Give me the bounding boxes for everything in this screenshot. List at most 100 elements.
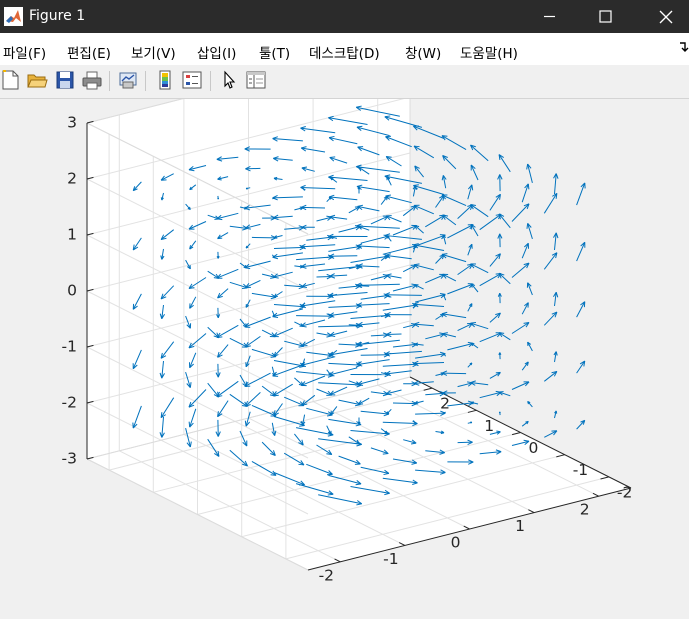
arrow-shaft: [414, 234, 446, 247]
arrow-head: [412, 302, 418, 306]
quiver-arrow: [467, 243, 473, 256]
arrow-head: [329, 156, 336, 158]
arrow-shaft: [442, 214, 457, 226]
quiver-arrow: [447, 224, 474, 239]
arrow-shaft: [441, 372, 467, 375]
quiver-arrow: [543, 252, 558, 270]
quiver-arrow: [470, 144, 489, 162]
arrow-shaft: [441, 135, 467, 151]
arrow-shaft: [413, 303, 445, 307]
property-inspector-icon[interactable]: [245, 69, 267, 91]
new-figure-icon[interactable]: [0, 69, 22, 91]
quiver-arrow: [413, 321, 434, 328]
quiver3-plot[interactable]: -2 -1 0 1 2 -2 -1 0 1 2 -3 -2 -1 0 1 2 3: [0, 99, 689, 619]
quiver-arrow: [447, 283, 474, 295]
menu-view[interactable]: 보기(V): [131, 42, 176, 62]
arrow-shaft: [384, 294, 422, 296]
arrow-head: [555, 351, 558, 356]
quiver-arrow: [526, 223, 533, 240]
matlab-logo-icon: [4, 7, 23, 26]
quiver-arrow: [441, 253, 467, 263]
menu-tools[interactable]: 툴(T): [259, 42, 290, 62]
arrow-head: [441, 135, 448, 137]
arrow-shaft: [498, 154, 511, 173]
arrow-head: [471, 184, 474, 191]
arrow-head: [470, 362, 473, 366]
quiver-arrow: [457, 381, 473, 388]
quiver-arrow: [479, 213, 502, 231]
x-tick-label: 1: [515, 517, 525, 535]
arrow-shaft: [413, 125, 445, 139]
arrow-shaft: [576, 360, 586, 374]
menu-bar: 파일(F) 편집(E) 보기(V) 삽입(I) 툴(T) 데스크탑(D) 창(W…: [0, 33, 689, 65]
menu-overflow-icon[interactable]: [679, 40, 689, 54]
link-plot-icon[interactable]: [117, 69, 139, 91]
arrow-head: [411, 283, 417, 286]
save-icon[interactable]: [54, 69, 76, 91]
quiver-arrow: [576, 182, 586, 206]
arrow-head: [439, 292, 446, 295]
arrow-head: [189, 382, 192, 388]
y-tick-label: -1: [573, 461, 588, 479]
quiver-arrow: [544, 430, 558, 438]
quiver-arrow: [553, 232, 559, 251]
arrow-shaft: [489, 253, 501, 267]
menu-file[interactable]: 파일(F): [3, 42, 46, 62]
arrow-shaft: [511, 322, 530, 334]
quiver-arrow: [414, 165, 424, 178]
quiver-arrow: [576, 360, 586, 374]
quiver-arrow: [498, 154, 511, 173]
arrow-shaft: [479, 273, 502, 287]
quiver-arrow: [412, 185, 417, 197]
quiver-arrow: [413, 360, 445, 367]
quiver-arrow: [553, 291, 559, 307]
quiver-arrow: [543, 311, 558, 326]
quiver-arrow: [521, 183, 530, 203]
arrow-head: [527, 183, 530, 190]
quiver-arrow: [498, 352, 502, 360]
insert-legend-icon[interactable]: [181, 69, 203, 91]
arrow-shaft: [470, 204, 489, 218]
menu-window[interactable]: 창(W): [405, 42, 441, 62]
arrow-head: [273, 197, 275, 200]
figure-canvas[interactable]: -2 -1 0 1 2 -2 -1 0 1 2 -3 -2 -1 0 1 2 3: [0, 99, 689, 619]
minimize-icon[interactable]: [526, 0, 572, 33]
arrow-shaft: [457, 263, 473, 276]
axes-background: [87, 99, 631, 570]
open-file-icon[interactable]: [26, 69, 48, 91]
y-tick-label: 1: [484, 417, 494, 435]
arrow-shaft: [511, 381, 530, 390]
arrow-head: [555, 410, 558, 414]
arrow-shaft: [296, 315, 334, 317]
quiver-arrow: [489, 371, 501, 379]
arrow-shaft: [543, 252, 558, 270]
insert-colorbar-icon[interactable]: [154, 69, 176, 91]
quiver-arrow: [435, 313, 445, 320]
menu-desktop[interactable]: 데스크탑(D): [309, 42, 380, 62]
edit-plot-icon[interactable]: [219, 69, 241, 91]
arrow-shaft: [521, 302, 529, 315]
print-icon[interactable]: [81, 69, 103, 91]
menu-edit[interactable]: 편집(E): [67, 42, 111, 62]
x-tick-label: -1: [383, 550, 398, 568]
maximize-icon[interactable]: [582, 0, 628, 33]
menu-help[interactable]: 도움말(H): [460, 42, 518, 62]
quiver-arrow: [442, 214, 457, 226]
menu-insert[interactable]: 삽입(I): [197, 42, 236, 62]
arrow-shaft: [489, 194, 501, 211]
quiver-arrow: [576, 419, 586, 430]
arrow-shaft: [425, 274, 445, 284]
close-icon[interactable]: [643, 0, 689, 33]
quiver-arrow: [441, 311, 467, 319]
quiver-arrow: [576, 301, 586, 318]
arrow-head: [273, 256, 275, 258]
quiver-arrow: [511, 262, 530, 278]
quiver-arrow: [521, 361, 529, 371]
quiver-arrow: [521, 242, 530, 259]
quiver-arrow: [511, 381, 530, 390]
quiver-arrow: [521, 420, 529, 427]
quiver-arrow: [554, 410, 558, 419]
quiver-arrow: [415, 351, 446, 359]
quiver-arrow: [576, 241, 586, 262]
arrow-shaft: [470, 144, 489, 162]
